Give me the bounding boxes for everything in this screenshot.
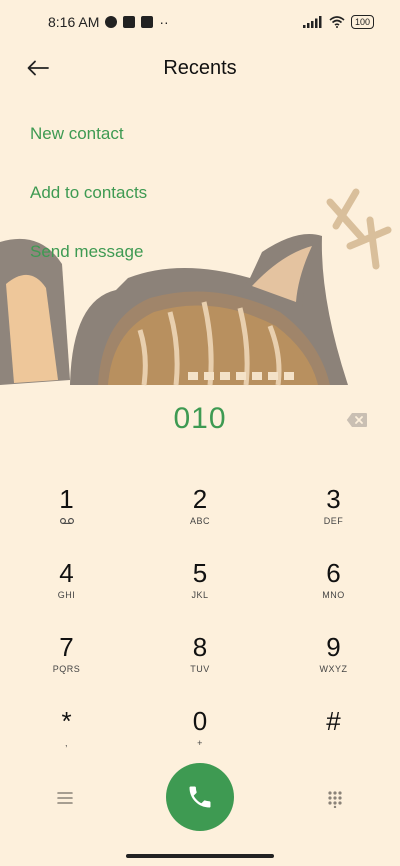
- key-letters: GHI: [57, 590, 76, 600]
- key-digit: 7: [59, 632, 74, 662]
- voicemail-icon: [59, 518, 74, 524]
- key-letters: JKL: [191, 590, 209, 600]
- key-8[interactable]: 8 TUV: [133, 632, 267, 706]
- add-to-contacts-action[interactable]: Add to contacts: [0, 163, 400, 222]
- key-6[interactable]: 6 MNO: [267, 558, 400, 632]
- key-digit: *: [61, 706, 72, 736]
- status-time: 8:16 AM: [48, 14, 100, 30]
- key-digit: 6: [326, 558, 341, 588]
- key-digit: #: [326, 706, 341, 736]
- new-contact-action[interactable]: New contact: [0, 104, 400, 163]
- phone-icon: [189, 786, 211, 808]
- key-digit: 3: [326, 484, 341, 514]
- key-letters: ,: [64, 738, 68, 748]
- key-9[interactable]: 9 WXYZ: [267, 632, 400, 706]
- key-2[interactable]: 2 ABC: [133, 484, 267, 558]
- key-7[interactable]: 7 PQRS: [0, 632, 133, 706]
- key-digit: 9: [326, 632, 341, 662]
- status-left: 8:16 AM ··: [48, 14, 169, 30]
- back-button[interactable]: [20, 50, 56, 86]
- status-bar: 8:16 AM ·· 100: [0, 0, 400, 44]
- key-digit: 8: [192, 632, 208, 662]
- key-letters: ABC: [189, 516, 210, 526]
- contact-actions: New contact Add to contacts Send message: [0, 104, 400, 281]
- keypad: 1 2 ABC 3 DEF 4 GHI 5 JKL 6 MNO 7 PQRS 8…: [0, 484, 400, 780]
- more-notifications-indicator: ··: [159, 14, 169, 30]
- key-4[interactable]: 4 GHI: [0, 558, 133, 632]
- key-digit: 1: [59, 484, 74, 514]
- page-title: Recents: [163, 56, 237, 79]
- notification-square-icon: [123, 16, 136, 28]
- back-arrow-icon: [27, 60, 49, 76]
- dialpad-icon[interactable]: [326, 790, 344, 808]
- wifi-icon: [329, 16, 345, 28]
- upload-notification-icon: [141, 16, 154, 28]
- key-digit: 0: [192, 706, 208, 736]
- key-digit: 4: [59, 558, 74, 588]
- notification-app-icon: [105, 16, 118, 28]
- dialer-bottom-bar: [0, 760, 400, 840]
- dialed-number: 010: [173, 402, 227, 435]
- dialer-panel: 010 1 2 ABC 3 DEF 4 GHI 5 JKL 6 MNO 7 PQ…: [0, 388, 400, 866]
- signal-icon: [302, 16, 322, 28]
- key-letters: MNO: [322, 590, 345, 600]
- key-letters: +: [197, 738, 203, 748]
- status-right: 100: [302, 15, 374, 29]
- key-letters: TUV: [190, 664, 210, 674]
- key-5[interactable]: 5 JKL: [133, 558, 267, 632]
- battery-indicator: 100: [350, 15, 374, 29]
- key-digit: 5: [192, 558, 208, 588]
- backspace-icon[interactable]: [346, 412, 368, 428]
- call-button[interactable]: [166, 763, 234, 831]
- key-3[interactable]: 3 DEF: [267, 484, 400, 558]
- key-letters: PQRS: [52, 664, 81, 674]
- home-indicator[interactable]: [126, 854, 274, 858]
- menu-icon[interactable]: [56, 790, 74, 806]
- key-letters: WXYZ: [319, 664, 348, 674]
- key-digit: 2: [192, 484, 208, 514]
- key-1[interactable]: 1: [0, 484, 133, 558]
- send-message-action[interactable]: Send message: [0, 222, 400, 281]
- app-bar: Recents: [0, 44, 400, 92]
- key-letters: DEF: [323, 516, 344, 526]
